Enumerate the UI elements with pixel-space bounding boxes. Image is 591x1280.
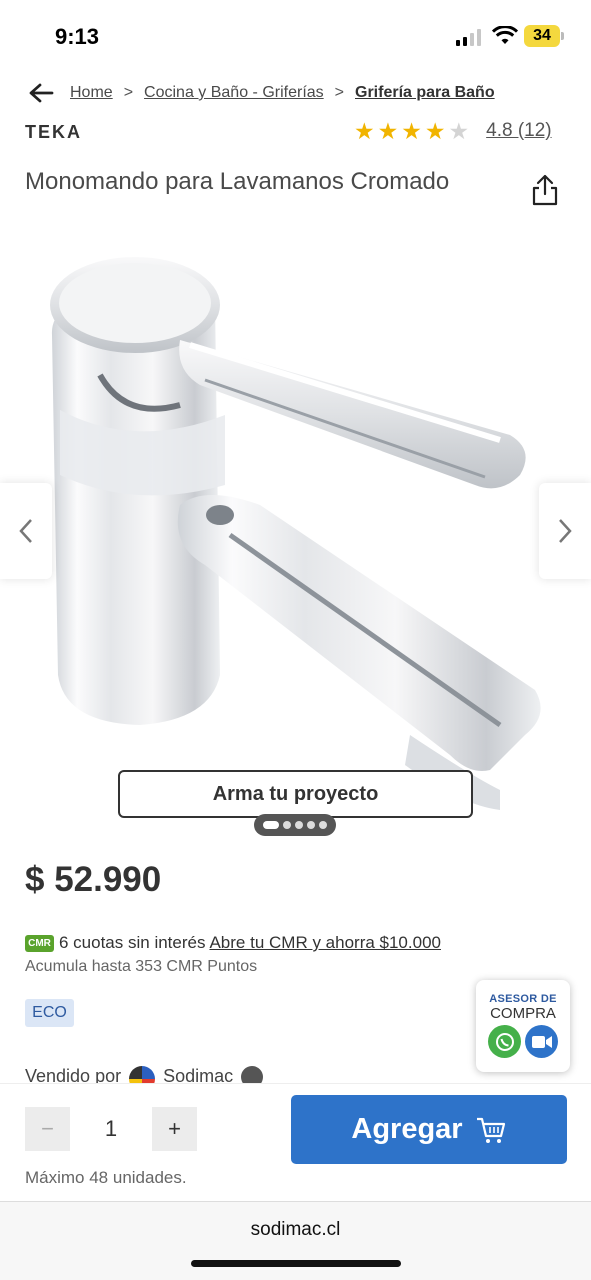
whatsapp-icon[interactable]: [488, 1025, 521, 1058]
breadcrumb-separator: >: [123, 84, 134, 101]
product-gallery[interactable]: [0, 225, 591, 845]
star-icon: ★: [424, 118, 446, 144]
pagination-dot[interactable]: [283, 821, 291, 829]
advisor-title: ASESOR DE: [489, 993, 557, 1005]
star-icon: ★: [354, 118, 375, 144]
breadcrumb: Home > Cocina y Baño - Griferías > Grife…: [28, 78, 495, 108]
breadcrumb-cocina-bano[interactable]: Cocina y Baño - Griferías: [144, 84, 324, 102]
product-price: $ 52.990: [25, 860, 162, 899]
video-call-icon[interactable]: [525, 1025, 558, 1058]
rating-text[interactable]: 4.8 (12): [486, 120, 551, 142]
gallery-pagination[interactable]: [254, 814, 336, 836]
home-indicator[interactable]: [191, 1260, 401, 1267]
battery-indicator: 34: [524, 25, 560, 47]
eco-badge: ECO: [25, 999, 74, 1027]
quantity-value[interactable]: 1: [70, 1107, 152, 1151]
cmr-signup-link[interactable]: Abre tu CMR y ahorra $10.000: [209, 933, 441, 953]
wifi-icon: [492, 26, 518, 44]
add-to-cart-button[interactable]: Agregar: [291, 1095, 567, 1164]
pagination-dot[interactable]: [307, 821, 315, 829]
arma-tu-proyecto-button[interactable]: Arma tu proyecto: [118, 770, 473, 818]
seller-label: Vendido por: [25, 1066, 122, 1084]
chevron-left-icon: [19, 519, 32, 543]
quantity-decrease-button[interactable]: −: [25, 1107, 70, 1151]
share-icon[interactable]: [530, 173, 560, 207]
seller-info: Vendido por Sodimac: [25, 1066, 264, 1084]
info-icon[interactable]: [241, 1066, 264, 1084]
max-units-text: Máximo 48 unidades.: [25, 1168, 187, 1187]
url-text[interactable]: sodimac.cl: [0, 1219, 591, 1241]
product-rating[interactable]: ★ ★ ★ ★ ★ 4.8 (12): [354, 119, 552, 143]
gallery-next-button[interactable]: [539, 483, 591, 579]
status-time: 9:13: [55, 24, 100, 49]
battery-tip: [561, 32, 564, 40]
pagination-dot[interactable]: [295, 821, 303, 829]
product-title: Monomando para Lavamanos Cromado: [25, 168, 450, 195]
breadcrumb-griferia-bano[interactable]: Grifería para Baño: [355, 84, 495, 102]
cart-icon: [476, 1117, 505, 1143]
purchase-advisor-widget[interactable]: ASESOR DE COMPRA: [476, 980, 570, 1072]
faucet-product-image: [50, 257, 541, 810]
seller-name[interactable]: Sodimac: [163, 1066, 233, 1084]
quantity-increase-button[interactable]: +: [152, 1107, 197, 1151]
brand-name[interactable]: TEKA: [25, 122, 82, 143]
cmr-badge: CMR: [25, 934, 54, 952]
pagination-dot[interactable]: [319, 821, 327, 829]
chevron-right-icon: [559, 519, 572, 543]
add-to-cart-label: Agregar: [351, 1113, 463, 1145]
star-empty-icon: ★: [448, 118, 470, 144]
pagination-dot-active[interactable]: [263, 821, 279, 829]
sodimac-logo-icon: [129, 1066, 156, 1084]
gallery-prev-button[interactable]: [0, 483, 52, 579]
cmr-offer: CMR 6 cuotas sin interés Abre tu CMR y a…: [25, 933, 441, 953]
star-icon: ★: [377, 118, 399, 144]
breadcrumb-home[interactable]: Home: [70, 84, 113, 102]
advisor-subtitle: COMPRA: [490, 1005, 556, 1022]
cellular-signal-icon: [456, 28, 481, 46]
breadcrumb-separator: >: [334, 84, 344, 101]
star-icon: ★: [401, 118, 422, 144]
installments-text: 6 cuotas sin interés: [59, 933, 206, 952]
cmr-points-text: Acumula hasta 353 CMR Puntos: [25, 958, 258, 975]
status-bar: 9:13 34: [0, 0, 591, 72]
back-arrow-icon[interactable]: [28, 82, 54, 104]
